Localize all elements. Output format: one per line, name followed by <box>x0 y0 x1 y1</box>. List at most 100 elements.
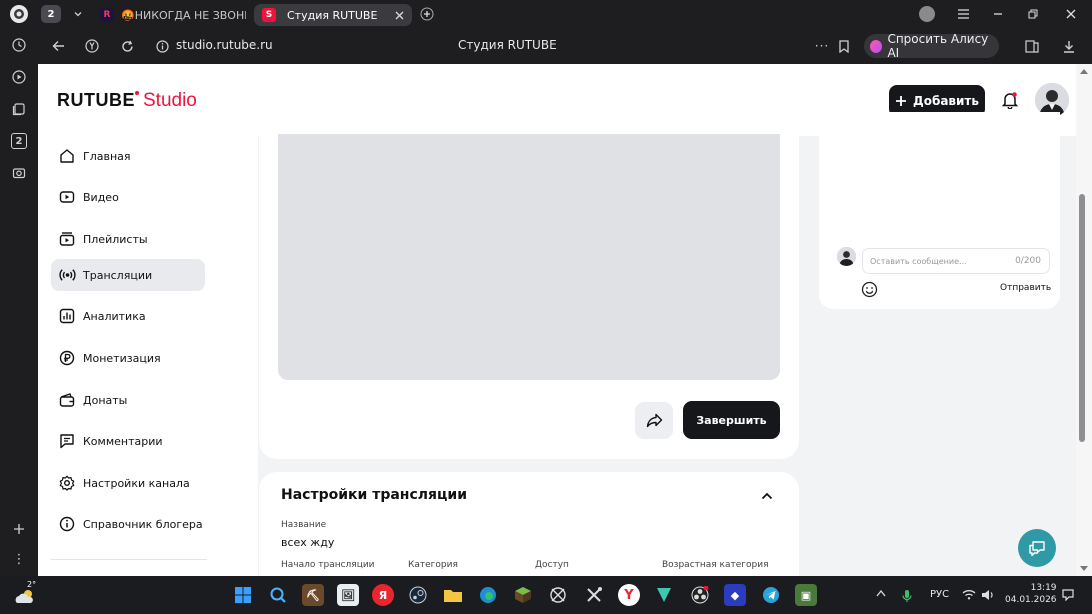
sidebar-item-monetization[interactable]: Монетизация <box>51 342 205 374</box>
tab-close-icon[interactable] <box>395 11 404 20</box>
sidebar-item-video[interactable]: Видео <box>51 181 205 213</box>
tray-chevron-up-icon[interactable] <box>876 589 886 597</box>
telegram-icon[interactable] <box>760 584 782 606</box>
file-explorer-icon[interactable] <box>442 584 464 606</box>
more-icon[interactable]: ⋮ <box>11 551 27 567</box>
collections-icon[interactable] <box>11 101 27 117</box>
screenshot-icon[interactable] <box>11 165 27 181</box>
volume-icon[interactable] <box>981 589 995 601</box>
video-icon <box>58 188 76 206</box>
play-icon[interactable] <box>11 69 27 85</box>
sidebar-item-broadcasts[interactable]: Трансляции <box>51 259 205 291</box>
search-icon[interactable] <box>267 584 289 606</box>
back-arrow-icon[interactable] <box>50 38 66 54</box>
stream-settings-title: Настройки трансляции <box>281 487 468 503</box>
field-category-label: Категория <box>408 560 458 570</box>
sidebar-item-donations[interactable]: Донаты <box>51 384 205 416</box>
reading-mode-icon[interactable] <box>1024 38 1040 54</box>
site-security-icon[interactable] <box>154 38 170 54</box>
bookmark-icon[interactable] <box>836 38 852 54</box>
sidebar-item-home[interactable]: Главная <box>51 140 205 172</box>
add-button-label: Добавить <box>913 94 979 108</box>
app-blue-icon[interactable]: ◆ <box>724 584 746 606</box>
minecraft-block-icon[interactable]: ▣ <box>795 584 817 606</box>
photos-app-icon[interactable]: 🖼 <box>337 584 359 606</box>
emoji-icon[interactable] <box>861 281 878 298</box>
rutube-favicon-icon: R <box>100 8 114 22</box>
windows-start-icon[interactable] <box>232 584 254 606</box>
field-access-label: Доступ <box>535 560 569 570</box>
stream-player[interactable] <box>278 134 780 380</box>
microphone-icon[interactable] <box>902 589 912 603</box>
address-bar-url[interactable]: studio.rutube.ru <box>176 38 273 52</box>
sidebar-item-channel-settings[interactable]: Настройки канала <box>51 467 205 499</box>
close-window-icon[interactable] <box>1063 6 1079 22</box>
side-badge[interactable]: 2 <box>11 133 27 149</box>
new-tab-plus-icon[interactable] <box>419 6 435 22</box>
help-chat-icon <box>1029 540 1045 556</box>
tab-counter[interactable]: 2 <box>41 5 61 23</box>
downloads-icon[interactable] <box>1061 38 1077 54</box>
minecraft-app-icon[interactable]: ⛏ <box>302 584 324 606</box>
input-language[interactable]: РУС <box>930 589 949 600</box>
sidebar-item-comments[interactable]: Комментарии <box>51 425 205 457</box>
chat-card <box>819 112 1060 309</box>
add-panel-plus-icon[interactable] <box>11 521 27 537</box>
comment-icon <box>58 432 76 450</box>
help-chat-button[interactable] <box>1018 529 1056 567</box>
notification-center-icon[interactable] <box>1062 589 1074 601</box>
send-message-button[interactable]: Отправить <box>1000 283 1051 293</box>
reload-icon[interactable] <box>119 38 135 54</box>
weather-widget[interactable]: 2° <box>14 580 40 605</box>
tab-list-chevron-icon[interactable] <box>70 6 86 22</box>
ask-alice-button[interactable]: Спросить Алису AI <box>864 32 999 60</box>
edge-browser-icon[interactable] <box>477 584 499 606</box>
weather-temp: 2° <box>27 580 37 589</box>
tab-rutube-video[interactable]: R 🤬НИКОГДА НЕ ЗВОНИ <box>100 4 246 26</box>
app-crosshair-icon[interactable] <box>547 584 569 606</box>
address-bar-page-title: Студия RUTUBE <box>458 38 557 52</box>
chat-user-avatar <box>837 247 856 266</box>
obs-icon[interactable] <box>689 584 711 606</box>
profile-icon[interactable] <box>10 5 28 23</box>
sidebar-divider <box>51 559 207 560</box>
yandex-app-icon[interactable]: Я <box>372 584 394 606</box>
collapse-chevron-up-icon[interactable] <box>760 489 774 503</box>
app-tools-icon[interactable] <box>583 584 605 606</box>
scroll-up-arrow-icon[interactable] <box>1079 67 1089 75</box>
app-shield-icon[interactable] <box>653 584 675 606</box>
steam-icon[interactable] <box>407 584 429 606</box>
tab-studio-rutube[interactable]: S Студия RUTUBE <box>254 4 412 26</box>
yandex-browser-icon[interactable]: Y <box>618 584 640 606</box>
sidebar-item-label: Монетизация <box>83 351 161 365</box>
finish-stream-button[interactable]: Завершить <box>683 401 780 439</box>
info-icon <box>58 515 76 533</box>
minimize-icon[interactable] <box>990 6 1006 22</box>
sidebar-item-label: Главная <box>83 149 131 163</box>
taskbar-clock[interactable]: 13:19 04.01.2026 <box>1005 582 1057 606</box>
yandex-y-icon[interactable] <box>84 38 100 54</box>
history-icon[interactable] <box>11 37 27 53</box>
wifi-icon[interactable] <box>962 589 976 600</box>
scroll-down-arrow-icon[interactable] <box>1079 565 1089 573</box>
field-age-rating-label: Возрастная категория <box>662 560 769 570</box>
clock-time: 13:19 <box>1030 583 1057 593</box>
chat-message-placeholder: Оставить сообщение... <box>870 256 967 266</box>
page-scrollbar-thumb[interactable] <box>1079 194 1085 442</box>
sidebar-item-playlists[interactable]: Плейлисты <box>51 223 205 255</box>
restore-icon[interactable] <box>1025 6 1041 22</box>
field-start-label: Начало трансляции <box>281 560 375 570</box>
chat-message-input[interactable]: Оставить сообщение... 0/200 <box>862 248 1050 274</box>
sidebar-item-blogger-guide[interactable]: Справочник блогера <box>51 508 205 540</box>
account-avatar-icon[interactable] <box>919 6 935 22</box>
browser-side-panel: 2 ⋮ <box>0 29 38 576</box>
ruble-icon <box>58 349 76 367</box>
sidebar-item-analytics[interactable]: Аналитика <box>51 300 205 332</box>
page-more-icon[interactable]: ··· <box>814 38 830 54</box>
share-button[interactable] <box>635 402 673 439</box>
minecraft-launcher-icon[interactable] <box>512 584 534 606</box>
rutube-studio-logo[interactable]: RUTUBE Studio <box>57 90 197 112</box>
clock-date: 04.01.2026 <box>1005 595 1057 605</box>
notifications-bell-icon[interactable] <box>1001 91 1019 109</box>
menu-icon[interactable] <box>955 6 971 22</box>
